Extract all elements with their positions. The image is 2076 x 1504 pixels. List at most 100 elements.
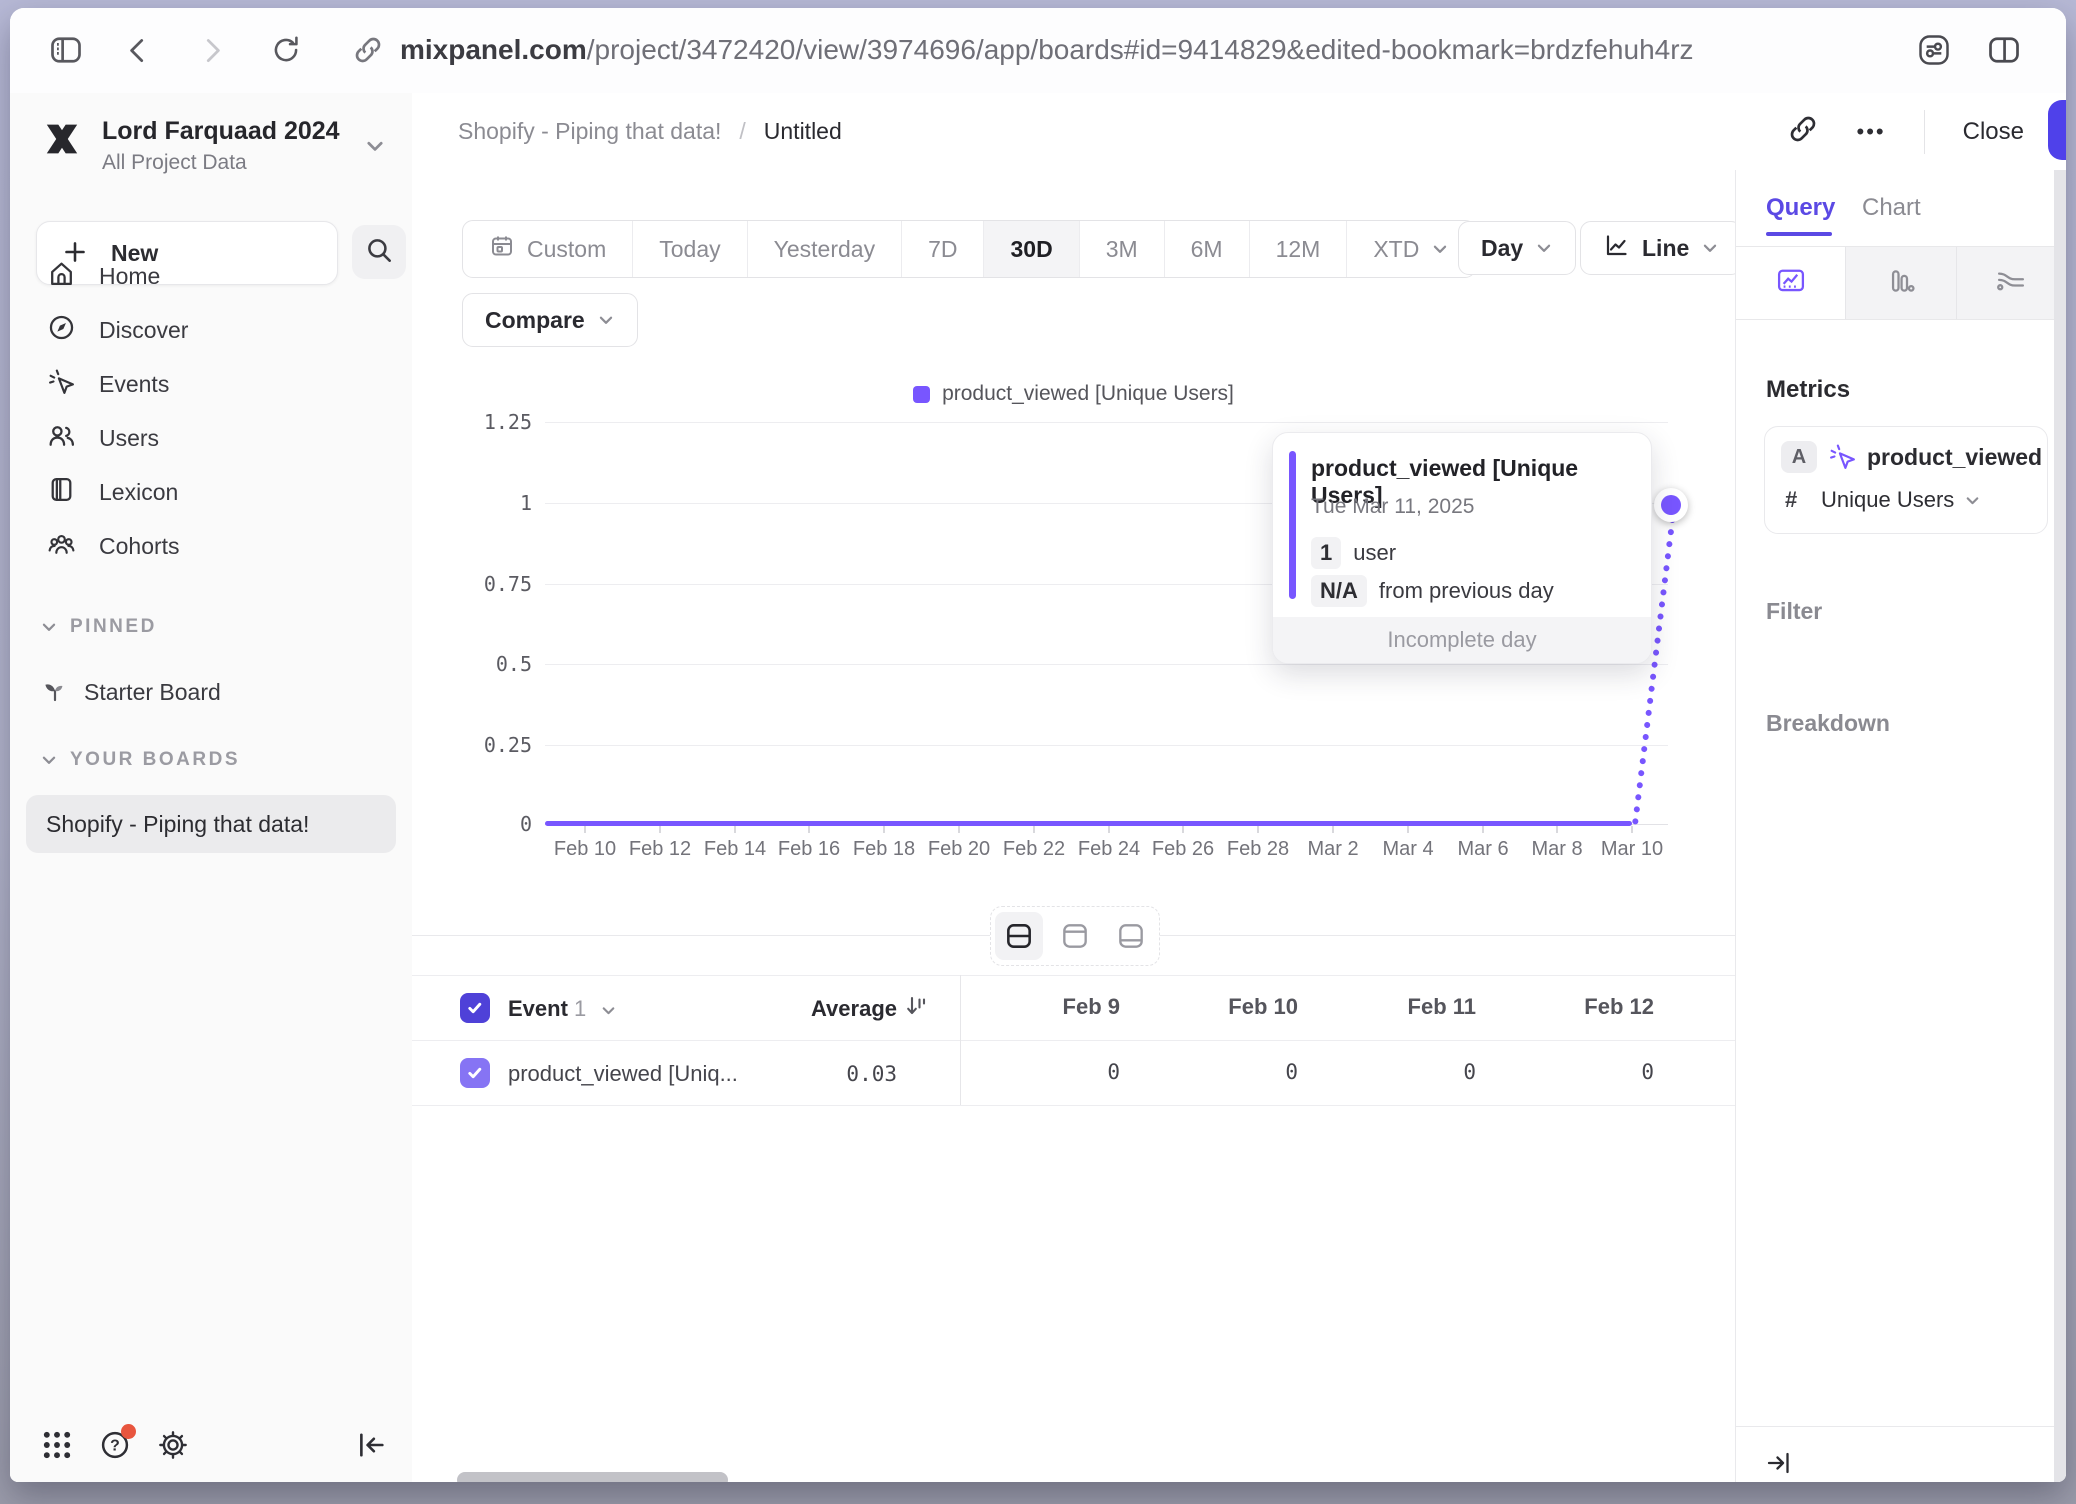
more-menu-icon[interactable]: •••	[1857, 119, 1886, 145]
breadcrumb-page[interactable]: Untitled	[764, 118, 842, 145]
y-tick-label: 0.5	[422, 652, 532, 676]
project-switcher-chevron-icon[interactable]	[364, 135, 386, 157]
chart-legend[interactable]: product_viewed [Unique Users]	[412, 382, 1735, 406]
tooltip-delta-row: N/A from previous day	[1311, 575, 1554, 607]
pinned-heading: PINNED	[70, 616, 157, 638]
sidebar-item-board-selected[interactable]: Shopify - Piping that data!	[26, 795, 396, 853]
pinned-section-header[interactable]: PINNED	[40, 616, 157, 638]
line-chart-icon	[1603, 232, 1630, 265]
browser-extensions-icon[interactable]	[1914, 30, 1954, 70]
breadcrumb-board[interactable]: Shopify - Piping that data!	[458, 118, 721, 145]
range-today[interactable]: Today	[633, 221, 747, 277]
home-icon	[46, 258, 77, 295]
tab-chart[interactable]: Chart	[1862, 194, 1921, 222]
table-only-view-button[interactable]	[1107, 912, 1155, 960]
metric-event-name[interactable]: product_viewed	[1867, 444, 2042, 471]
range-custom[interactable]: Custom	[463, 221, 633, 277]
event-column-header[interactable]: Event 1	[508, 996, 617, 1022]
gridline	[545, 745, 1668, 746]
panel-layout-toggle	[990, 906, 1160, 966]
date-range-control: Custom Today Yesterday 7D 30D 3M 6M 12M …	[462, 220, 1476, 278]
forward-icon[interactable]	[192, 30, 232, 70]
metric-card[interactable]: A product_viewed # Unique Users	[1764, 426, 2048, 534]
x-tick-label: Mar 10	[1586, 838, 1678, 861]
browser-split-view-icon[interactable]	[1984, 30, 2024, 70]
split-view-button[interactable]	[995, 912, 1043, 960]
date-column-header[interactable]: Feb 10	[1138, 994, 1298, 1020]
flows-tab[interactable]	[1957, 247, 2066, 319]
metrics-heading: Metrics	[1766, 376, 1850, 404]
insights-tab[interactable]	[1736, 247, 1846, 319]
breakdown-heading[interactable]: Breakdown	[1766, 710, 1890, 737]
sidebar-item-events[interactable]: Events	[10, 357, 412, 411]
range-yesterday[interactable]: Yesterday	[748, 221, 902, 277]
x-tickmark	[1482, 826, 1484, 833]
back-icon[interactable]	[118, 30, 158, 70]
y-tick-label: 1.25	[422, 410, 532, 434]
row-checkbox[interactable]	[460, 1058, 490, 1088]
project-name[interactable]: Lord Farquaad 2024	[102, 117, 340, 146]
sidebar-item-label: Home	[99, 263, 160, 290]
chart-type-label: Line	[1642, 235, 1689, 262]
sidebar-item-cohorts[interactable]: Cohorts	[10, 519, 412, 573]
apps-grid-icon[interactable]	[40, 1428, 74, 1462]
chart-type-dropdown[interactable]: Line	[1580, 221, 1735, 275]
granularity-label: Day	[1481, 235, 1523, 262]
data-point-marker[interactable]	[1654, 488, 1688, 522]
help-icon[interactable]: ?	[98, 1428, 132, 1462]
copy-link-icon[interactable]	[1787, 113, 1819, 150]
collapse-sidebar-icon[interactable]	[354, 1428, 388, 1462]
browser-sidebar-toggle-icon[interactable]	[46, 30, 86, 70]
x-tickmark	[883, 826, 885, 833]
expand-panel-icon[interactable]	[1764, 1448, 1794, 1482]
date-column-header[interactable]: Feb 11	[1316, 994, 1476, 1020]
tab-query[interactable]: Query	[1766, 194, 1835, 222]
range-label: XTD	[1373, 236, 1419, 263]
select-all-checkbox[interactable]	[460, 993, 490, 1023]
granularity-dropdown[interactable]: Day	[1458, 221, 1576, 275]
users-icon	[46, 420, 77, 457]
range-30d-active[interactable]: 30D	[984, 221, 1079, 277]
boards-heading: YOUR BOARDS	[70, 749, 240, 771]
range-label: 12M	[1276, 236, 1321, 263]
sidebar-item-home[interactable]: Home	[10, 249, 412, 303]
close-button[interactable]: Close	[1963, 118, 2024, 146]
settings-gear-icon[interactable]	[156, 1428, 190, 1462]
browser-toolbar: mixpanel.com/project/3472420/view/397469…	[10, 8, 2066, 94]
metric-aggregation-dropdown[interactable]: Unique Users	[1821, 487, 1981, 513]
average-column-header[interactable]: Average	[732, 996, 897, 1022]
panel-scrollbar[interactable]	[2054, 170, 2066, 1482]
sidebar-item-users[interactable]: Users	[10, 411, 412, 465]
date-column-header[interactable]: Feb 12	[1494, 994, 1654, 1020]
tooltip-delta: N/A	[1311, 575, 1367, 607]
reload-icon[interactable]	[266, 30, 306, 70]
tooltip-series-bar	[1289, 451, 1296, 599]
range-7d[interactable]: 7D	[902, 221, 984, 277]
address-bar[interactable]: mixpanel.com/project/3472420/view/397469…	[400, 34, 1694, 66]
your-boards-section-header[interactable]: YOUR BOARDS	[40, 749, 240, 771]
sort-icon[interactable]	[904, 993, 930, 1025]
range-6m[interactable]: 6M	[1165, 221, 1250, 277]
range-12m[interactable]: 12M	[1250, 221, 1348, 277]
compare-label: Compare	[485, 307, 585, 334]
date-column-header[interactable]: Feb 9	[960, 994, 1120, 1020]
range-3m[interactable]: 3M	[1080, 221, 1165, 277]
sidebar-item-lexicon[interactable]: Lexicon	[10, 465, 412, 519]
insights-chart-icon	[1774, 264, 1808, 303]
report-canvas: Custom Today Yesterday 7D 30D 3M 6M 12M …	[412, 170, 1735, 1482]
funnels-tab[interactable]	[1846, 247, 1956, 319]
save-button-cutoff[interactable]	[2048, 100, 2066, 160]
mixpanel-logo-icon	[38, 115, 86, 168]
sidebar-item-discover[interactable]: Discover	[10, 303, 412, 357]
compare-dropdown[interactable]: Compare	[462, 293, 638, 347]
range-xtd[interactable]: XTD	[1347, 221, 1475, 277]
chart-only-view-button[interactable]	[1051, 912, 1099, 960]
horizontal-scrollbar-thumb[interactable]	[457, 1472, 728, 1482]
sidebar-item-starter-board[interactable]: Starter Board	[10, 665, 412, 719]
y-tick-label: 0	[422, 812, 532, 836]
x-tickmark	[659, 826, 661, 833]
filter-heading[interactable]: Filter	[1766, 598, 1822, 625]
chevron-down-icon	[1431, 240, 1449, 258]
url-domain: mixpanel.com	[400, 34, 587, 65]
chevron-down-icon	[1535, 239, 1553, 257]
